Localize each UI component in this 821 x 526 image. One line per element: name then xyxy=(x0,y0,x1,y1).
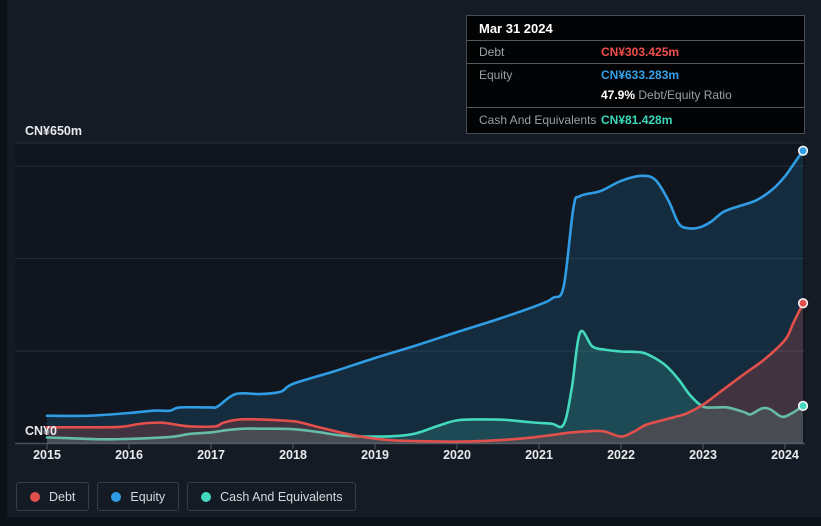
y-axis-label-zero: CN¥0 xyxy=(25,424,57,438)
legend-cash-label: Cash And Equivalents xyxy=(220,489,343,504)
y-axis-label-max: CN¥650m xyxy=(25,124,82,138)
equity-dot-icon xyxy=(111,491,122,502)
tooltip-row-equity: Equity CN¥633.283m xyxy=(467,64,804,85)
chart-tooltip: Mar 31 2024 Debt CN¥303.425m Equity CN¥6… xyxy=(466,15,805,134)
tooltip-equity-label: Equity xyxy=(479,68,513,82)
legend-item-equity[interactable]: Equity xyxy=(97,482,180,511)
chart-panel: CN¥650m CN¥0 2015 2016 2017 2018 2019 2020 202… xyxy=(0,0,821,526)
x-axis-label-2024: 2024 xyxy=(771,448,799,462)
tooltip-date: Mar 31 2024 xyxy=(467,16,804,41)
x-axis-label-2015: 2015 xyxy=(33,448,61,462)
cash-and-equivalents-end-marker[interactable] xyxy=(797,400,809,411)
debt-equity-ratio-label: Debt/Equity Ratio xyxy=(638,88,732,102)
tooltip-row-debt: Debt CN¥303.425m xyxy=(467,41,804,64)
legend-equity-label: Equity xyxy=(130,489,166,504)
x-axis-label-2018: 2018 xyxy=(279,448,307,462)
x-axis-label-2022: 2022 xyxy=(607,448,635,462)
tooltip-debt-label: Debt xyxy=(479,45,505,59)
x-axis-label-2016: 2016 xyxy=(115,448,143,462)
tooltip-cash-label: Cash And Equivalents xyxy=(479,113,597,127)
legend-item-debt[interactable]: Debt xyxy=(16,482,90,511)
x-axis-label-2017: 2017 xyxy=(197,448,225,462)
tooltip-row-ratio: 47.9% Debt/Equity Ratio xyxy=(467,85,804,108)
x-axis-label-2023: 2023 xyxy=(689,448,717,462)
tooltip-cash-value: CN¥81.428m xyxy=(601,113,673,127)
x-axis-label-2019: 2019 xyxy=(361,448,389,462)
tooltip-debt-value: CN¥303.425m xyxy=(601,45,680,59)
legend-item-cash[interactable]: Cash And Equivalents xyxy=(187,482,357,511)
chart-legend: Debt Equity Cash And Equivalents xyxy=(16,482,357,511)
cash-dot-icon xyxy=(201,491,212,502)
equity-end-marker[interactable] xyxy=(797,145,809,156)
debt-end-marker[interactable] xyxy=(797,298,809,309)
x-axis-label-2020: 2020 xyxy=(443,448,471,462)
tooltip-equity-value: CN¥633.283m xyxy=(601,68,680,82)
tooltip-row-cash: Cash And Equivalents CN¥81.428m xyxy=(467,108,804,133)
debt-equity-ratio-value: 47.9% xyxy=(601,88,636,102)
legend-debt-label: Debt xyxy=(49,489,76,504)
x-axis-label-2021: 2021 xyxy=(525,448,553,462)
debt-dot-icon xyxy=(30,491,40,502)
